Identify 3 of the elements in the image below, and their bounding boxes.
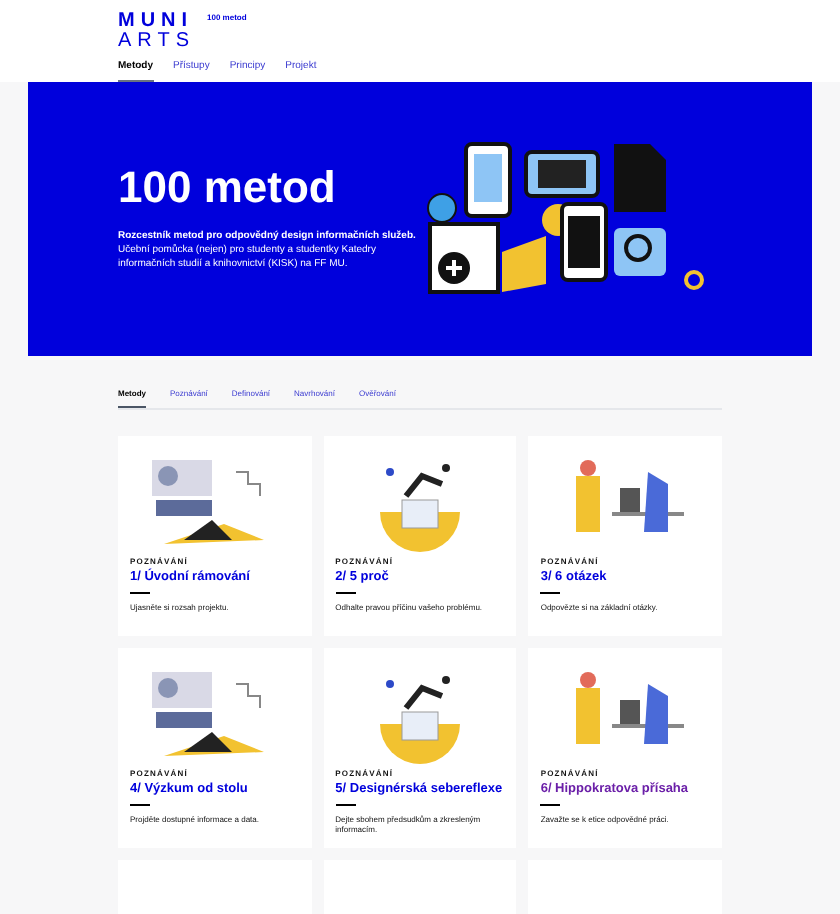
hero-title: 100 metod (118, 165, 338, 209)
logo-text: ARTS (118, 32, 195, 52)
logo-text: MUNI (118, 12, 195, 32)
